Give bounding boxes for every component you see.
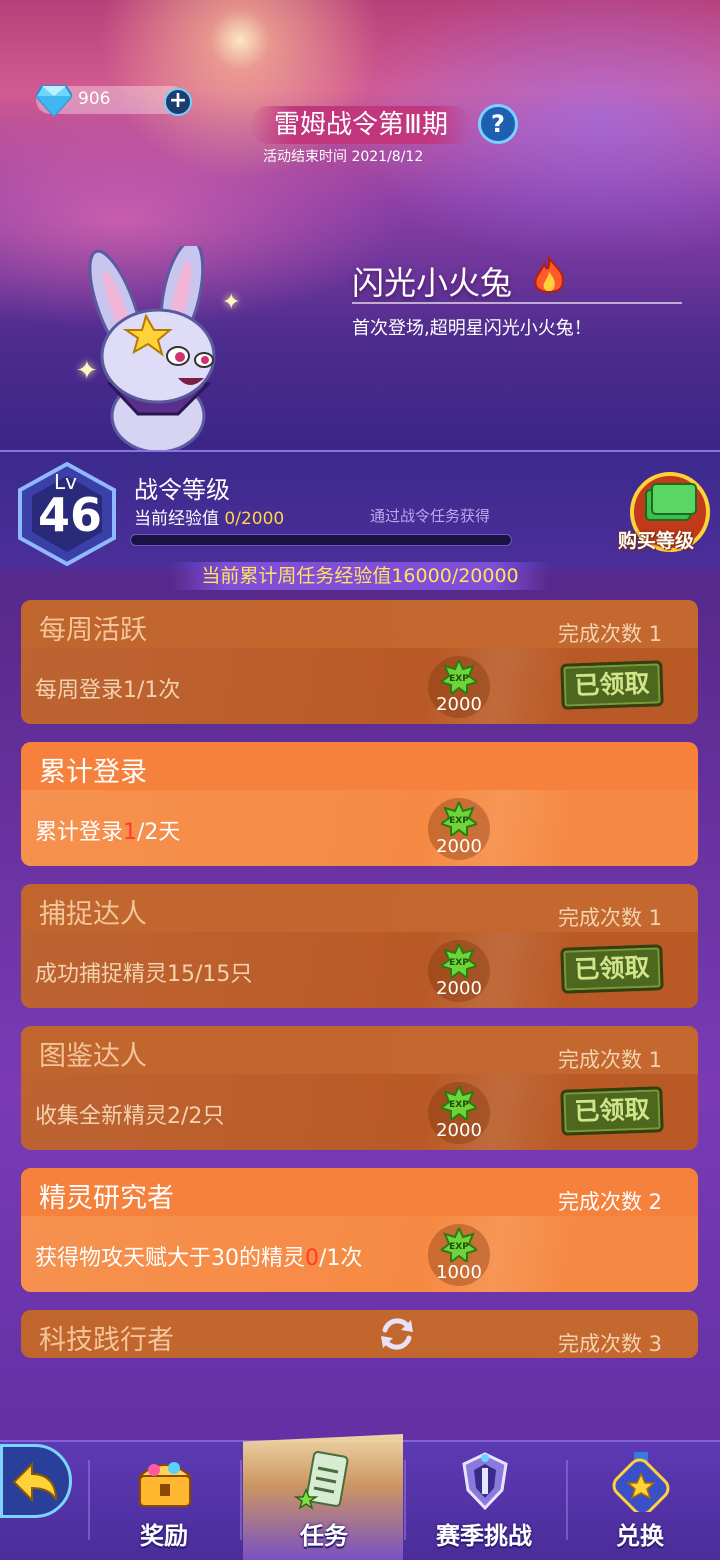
task-description: 每周登录1/1次 (35, 678, 181, 703)
exp-amount: 2000 (436, 836, 482, 857)
exp-amount: 1000 (436, 1262, 482, 1283)
season-crest-icon (462, 1452, 508, 1511)
featured-pet-description: 首次登场,超明星闪光小火兔！ (352, 318, 592, 339)
task-title: 精灵研究者 (39, 1183, 174, 1214)
task-card-tech-practitioner: 科技践行者 完成次数 3 (21, 1310, 698, 1358)
diamond-icon (36, 85, 72, 116)
add-gems-button[interactable]: + (164, 88, 192, 116)
nav-tab-season-challenge[interactable]: 赛季挑战 (414, 1444, 554, 1554)
featured-pet-name: 闪光小火兔 (352, 264, 513, 302)
task-scroll-icon (294, 1451, 349, 1510)
task-card-weekly-active: 每周活跃 完成次数 1 每周登录1/1次 EXP 2000 已领取 (21, 600, 698, 724)
exp-icon: EXP (441, 802, 477, 836)
svg-text:EXP: EXP (449, 674, 469, 684)
divider (566, 1460, 568, 1540)
task-title: 科技践行者 (39, 1325, 174, 1356)
task-completion-count: 完成次数 1 (557, 1048, 662, 1072)
exp-progress-bar (130, 534, 512, 546)
help-button[interactable]: ? (478, 104, 518, 144)
nav-tab-tasks[interactable]: 任务 (254, 1444, 394, 1554)
task-title: 累计登录 (39, 757, 147, 788)
divider (240, 1460, 242, 1540)
nav-label: 任务 (300, 1522, 348, 1550)
season-end-time: 活动结束时间 2021/8/12 (263, 149, 424, 165)
divider (88, 1460, 90, 1540)
task-completion-count: 完成次数 1 (557, 906, 662, 930)
svg-text:EXP: EXP (449, 958, 469, 968)
task-title: 捕捉达人 (39, 899, 147, 930)
exp-icon: EXP (441, 1086, 477, 1120)
exp-amount: 2000 (436, 978, 482, 999)
task-description: 累计登录1/2天 (35, 820, 181, 845)
level-value: 46 (37, 488, 102, 542)
task-completion-count: 完成次数 3 (557, 1332, 662, 1356)
task-card-pet-researcher: 精灵研究者 完成次数 2 获得物攻天赋大于30的精灵0/1次 EXP 1000 (21, 1168, 698, 1292)
task-description: 获得物攻天赋大于30的精灵0/1次 (35, 1246, 363, 1271)
back-arrow-icon[interactable] (10, 1456, 60, 1506)
flash-fire-rabbit-image (88, 246, 216, 450)
weekly-exp-progress: 当前累计周任务经验值16000/20000 (170, 562, 550, 590)
nav-tab-rewards[interactable]: 奖励 (94, 1444, 234, 1554)
refresh-icon[interactable] (377, 1314, 417, 1354)
exp-icon: EXP (441, 944, 477, 978)
exp-label: 当前经验值 0/2000 (134, 509, 285, 529)
task-title: 图鉴达人 (39, 1041, 147, 1072)
svg-text:EXP: EXP (449, 1242, 469, 1252)
claimed-stamp: 已领取 (560, 944, 664, 994)
svg-text:EXP: EXP (449, 816, 469, 826)
task-card-pokedex-master: 图鉴达人 完成次数 1 收集全新精灵2/2只 EXP 2000 已领取 (21, 1026, 698, 1150)
exp-icon: EXP (441, 1228, 477, 1262)
svg-text:EXP: EXP (449, 1100, 469, 1110)
season-title: 雷姆战令第Ⅲ期 (250, 106, 472, 144)
task-description: 成功捕捉精灵15/15只 (35, 962, 253, 987)
nav-label: 兑换 (616, 1522, 664, 1550)
task-completion-count: 完成次数 1 (557, 622, 662, 646)
exp-value: 0/2000 (224, 509, 285, 529)
nav-label: 奖励 (140, 1522, 188, 1550)
nav-label: 赛季挑战 (436, 1522, 532, 1550)
task-description: 收集全新精灵2/2只 (35, 1104, 225, 1129)
exp-icon: EXP (441, 660, 477, 694)
exp-hint: 通过战令任务获得 (370, 507, 491, 525)
exchange-medal-icon (612, 1452, 670, 1512)
buy-level-label[interactable]: 购买等级 (618, 526, 694, 553)
claimed-stamp: 已领取 (560, 660, 664, 710)
level-title: 战令等级 (134, 476, 230, 504)
divider (352, 302, 682, 304)
task-completion-count: 完成次数 2 (557, 1190, 662, 1214)
fire-type-icon (534, 256, 564, 293)
divider (404, 1460, 406, 1540)
treasure-chest-icon (137, 1462, 193, 1507)
exp-amount: 2000 (436, 694, 482, 715)
claimed-stamp: 已领取 (560, 1086, 664, 1136)
exp-amount: 2000 (436, 1120, 482, 1141)
task-card-cumulative-login: 累计登录 累计登录1/2天 EXP 2000 (21, 742, 698, 866)
task-title: 每周活跃 (39, 615, 147, 646)
nav-tab-exchange[interactable]: 兑换 (570, 1444, 710, 1554)
gem-count: 906 (78, 89, 111, 109)
task-card-capture-master: 捕捉达人 完成次数 1 成功捕捉精灵15/15只 EXP 2000 已领取 (21, 884, 698, 1008)
